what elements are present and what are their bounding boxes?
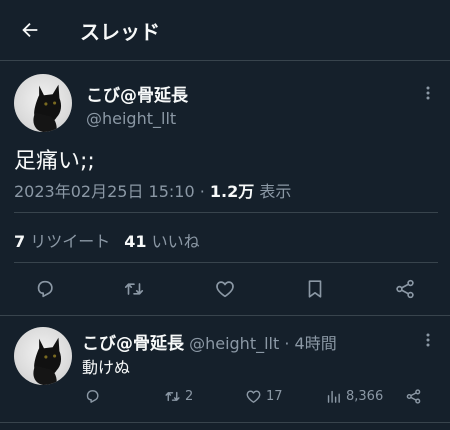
divider [0, 315, 450, 316]
tweet-text: 足痛い;; [14, 149, 95, 174]
share-button[interactable] [388, 272, 422, 306]
views-icon [327, 390, 340, 403]
reply-retweet-button[interactable]: 2 [164, 384, 193, 408]
reply-header: こび@骨延長 @height_llt · 4時間 [82, 329, 337, 354]
retweets-stat[interactable]: 7 リツイート [14, 232, 110, 251]
share-icon [396, 279, 414, 299]
divider [14, 212, 438, 213]
likes-stat[interactable]: 41 いいね [124, 232, 199, 251]
retweet-button[interactable] [117, 272, 151, 306]
likes-count: 41 [124, 232, 147, 251]
separator: · [199, 182, 205, 201]
reply-button[interactable] [28, 272, 62, 306]
reply-more-button[interactable] [416, 328, 440, 352]
reply-icon [86, 389, 99, 403]
display-name[interactable]: こび@骨延長 [86, 81, 188, 106]
reply-views-count: 8,366 [346, 388, 384, 404]
reply-avatar[interactable] [14, 327, 72, 385]
divider [0, 422, 450, 423]
reply-time[interactable]: · 4時間 [284, 334, 336, 353]
reply-reply-button[interactable] [84, 384, 101, 408]
engagement-stats: 7 リツイート 41 いいね [14, 228, 200, 252]
reply-retweet-count: 2 [185, 388, 194, 404]
like-button[interactable] [208, 272, 242, 306]
heart-icon [216, 281, 234, 298]
retweets-label: リツイート [30, 232, 111, 251]
arrow-left-icon [22, 22, 38, 38]
black-cat-avatar-icon [33, 84, 62, 132]
views-count: 1.2万 [209, 182, 255, 201]
black-cat-avatar-icon [33, 337, 62, 385]
reply-handle[interactable]: @height_llt [189, 334, 279, 353]
reply-like-button[interactable]: 17 [245, 384, 283, 408]
reply-share-button[interactable] [405, 384, 422, 408]
top-bar: スレッド [0, 0, 450, 60]
retweet-icon [124, 283, 144, 295]
avatar[interactable] [14, 74, 72, 132]
divider [0, 60, 450, 61]
reply-views-button[interactable]: 8,366 [325, 384, 383, 408]
bookmark-button[interactable] [298, 272, 332, 306]
user-handle[interactable]: @height_llt [86, 109, 176, 128]
timestamp[interactable]: 2023年02月25日 15:10 [14, 182, 195, 201]
tweet-meta: 2023年02月25日 15:10 · 1.2万 表示 [14, 178, 291, 202]
heart-icon [246, 389, 261, 403]
divider [14, 262, 438, 263]
likes-label: いいね [151, 232, 200, 251]
share-icon [406, 388, 421, 404]
reply-icon [37, 280, 53, 298]
back-button[interactable] [12, 12, 48, 48]
views-label: 表示 [259, 182, 292, 201]
page-title: スレッド [80, 20, 160, 44]
bookmark-icon [308, 280, 322, 298]
retweets-count: 7 [14, 232, 26, 251]
reply-like-count: 17 [266, 388, 283, 404]
retweet-icon [165, 391, 180, 401]
more-vertical-icon [426, 333, 430, 347]
more-vertical-icon [426, 86, 430, 100]
reply-text: 動けぬ [82, 358, 131, 377]
more-button[interactable] [416, 81, 440, 105]
reply-display-name[interactable]: こび@骨延長 [82, 334, 184, 354]
